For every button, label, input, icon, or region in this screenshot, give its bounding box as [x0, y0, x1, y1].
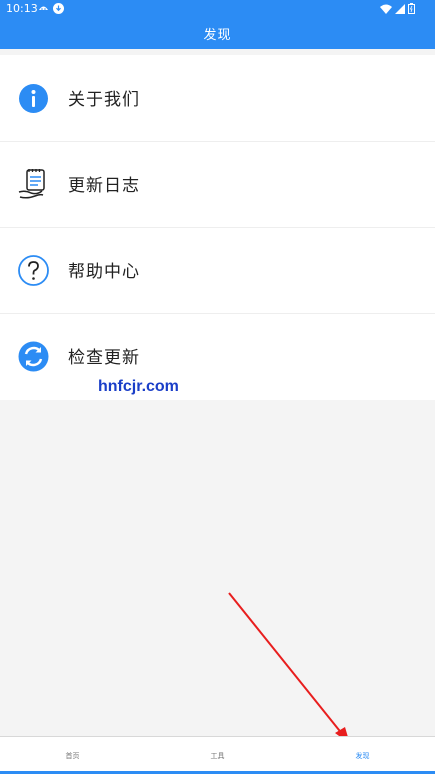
- status-bar: 10:13: [0, 0, 435, 18]
- status-time: 10:13: [6, 2, 38, 15]
- tab-home[interactable]: 首页: [0, 751, 145, 761]
- status-icons: [380, 3, 415, 17]
- watermark: hnfcjr.com: [98, 378, 179, 395]
- app-notification-icon: [38, 3, 49, 13]
- changelog-icon: [17, 168, 50, 201]
- tab-tools[interactable]: 工具: [145, 751, 290, 761]
- info-icon: [17, 82, 50, 115]
- menu-item-changelog[interactable]: 更新日志: [0, 141, 435, 228]
- help-icon: [17, 254, 50, 287]
- wifi-icon: [380, 4, 392, 17]
- menu-list: 关于我们 更新日志 帮助中心 检查更新: [0, 55, 435, 400]
- menu-item-label: 更新日志: [68, 176, 140, 196]
- menu-item-about-us[interactable]: 关于我们: [0, 55, 435, 142]
- app-header: 10:13 发现: [0, 0, 435, 49]
- menu-item-label: 帮助中心: [68, 262, 140, 282]
- bottom-nav: 首页 工具 发现: [0, 736, 435, 774]
- menu-item-help-center[interactable]: 帮助中心: [0, 227, 435, 314]
- page-title: 发现: [203, 28, 232, 43]
- download-notification-icon: [53, 3, 64, 14]
- menu-item-label: 关于我们: [68, 90, 140, 110]
- menu-item-label: 检查更新: [68, 348, 140, 368]
- signal-icon: [395, 3, 405, 17]
- battery-icon: [408, 3, 415, 17]
- menu-item-check-update[interactable]: 检查更新: [0, 313, 435, 399]
- tab-discover[interactable]: 发现: [290, 751, 435, 761]
- refresh-icon: [17, 340, 50, 373]
